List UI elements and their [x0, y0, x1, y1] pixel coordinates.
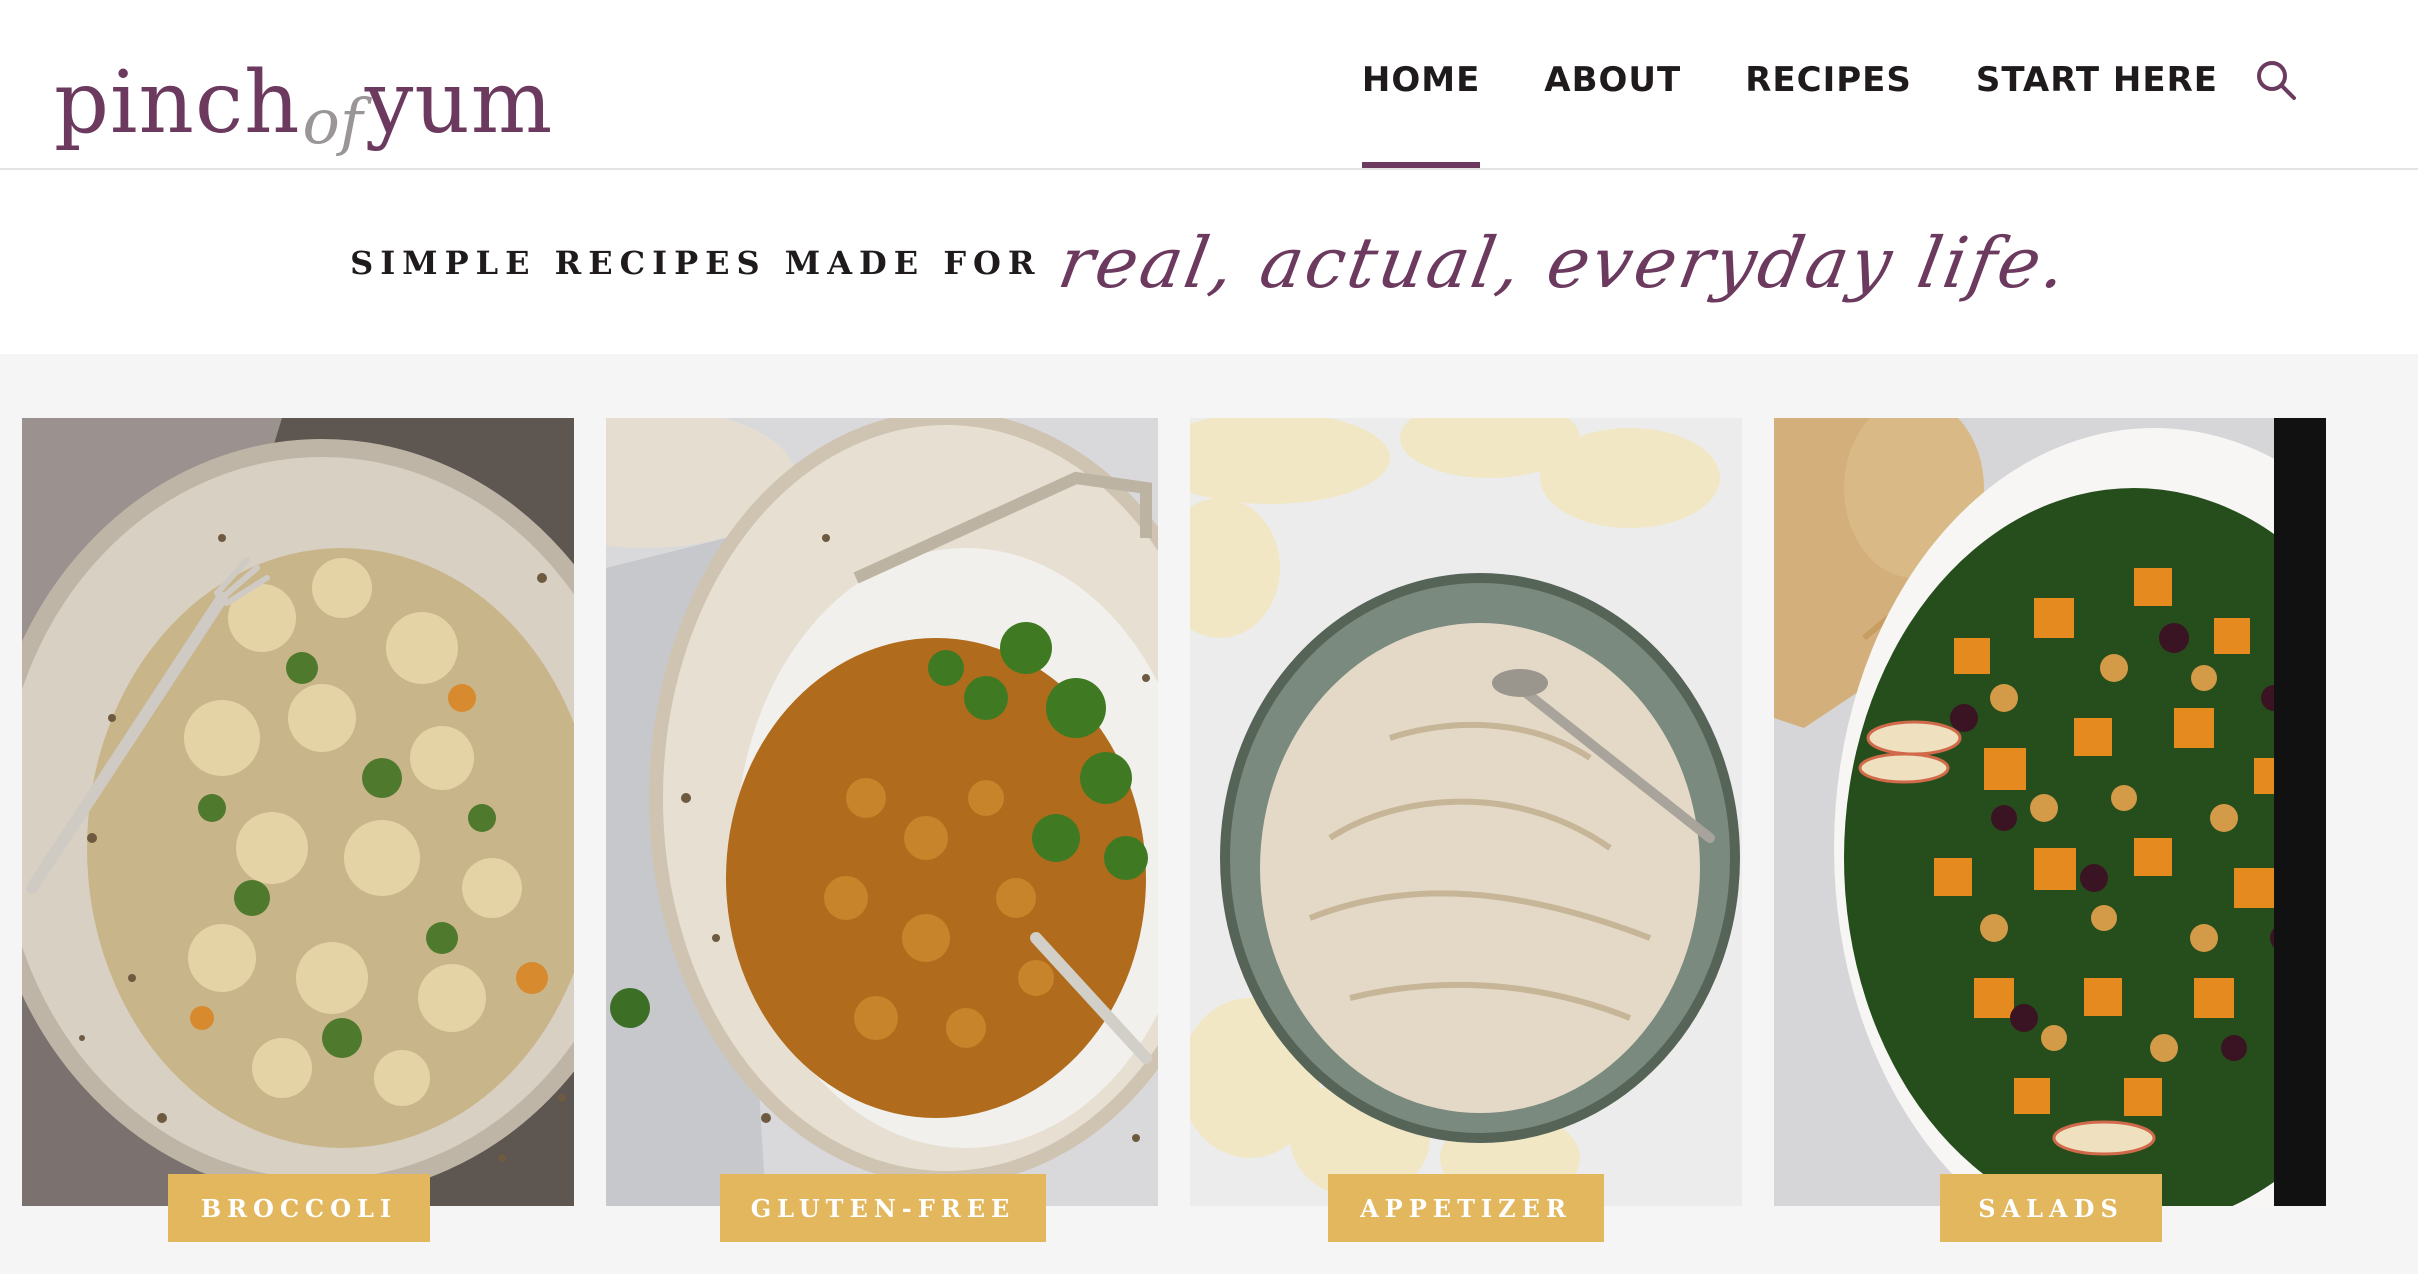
onion-dip-photo [1190, 418, 1742, 1206]
category-button-salads[interactable]: SALADS [1940, 1174, 2162, 1242]
search-button[interactable] [2254, 58, 2298, 102]
category-button-appetizer[interactable]: APPETIZER [1328, 1174, 1604, 1242]
category-button-broccoli[interactable]: BROCCOLI [168, 1174, 430, 1242]
main-nav: HOME ABOUT RECIPES START HERE [1361, 50, 2218, 168]
search-icon [2257, 61, 2296, 100]
category-card-salads[interactable]: SALADS [1774, 418, 2326, 1242]
lentil-curry-photo [606, 418, 1158, 1206]
pasta-bowl-photo [22, 418, 574, 1206]
nav-home[interactable]: HOME [1361, 50, 1481, 168]
tagline-static-text: SIMPLE RECIPES MADE FOR [350, 244, 1042, 282]
category-card-broccoli[interactable]: BROCCOLI [22, 418, 574, 1242]
logo-text-pinch: pinch [54, 53, 301, 153]
logo-text-yum: yum [364, 53, 554, 153]
tagline: SIMPLE RECIPES MADE FOR real, actual, ev… [0, 172, 2418, 354]
nav-start-here[interactable]: START HERE [1976, 50, 2218, 168]
tagline-script-text: real, actual, everyday life. [1052, 222, 2076, 304]
category-button-gluten-free[interactable]: GLUTEN-FREE [720, 1174, 1046, 1242]
squash-salad-photo [1774, 418, 2326, 1206]
category-gallery: BROCCOLI GLUTEN-FREE APPETIZER SALADS [0, 354, 2418, 1274]
nav-recipes[interactable]: RECIPES [1745, 50, 1912, 168]
site-header: pinch of yum HOME ABOUT RECIPES START HE… [0, 0, 2418, 170]
site-logo[interactable]: pinch of yum [54, 6, 554, 158]
nav-about[interactable]: ABOUT [1544, 50, 1681, 168]
category-card-appetizer[interactable]: APPETIZER [1190, 418, 1742, 1242]
category-card-gluten-free[interactable]: GLUTEN-FREE [606, 418, 1158, 1242]
logo-text-of: of [302, 85, 363, 158]
